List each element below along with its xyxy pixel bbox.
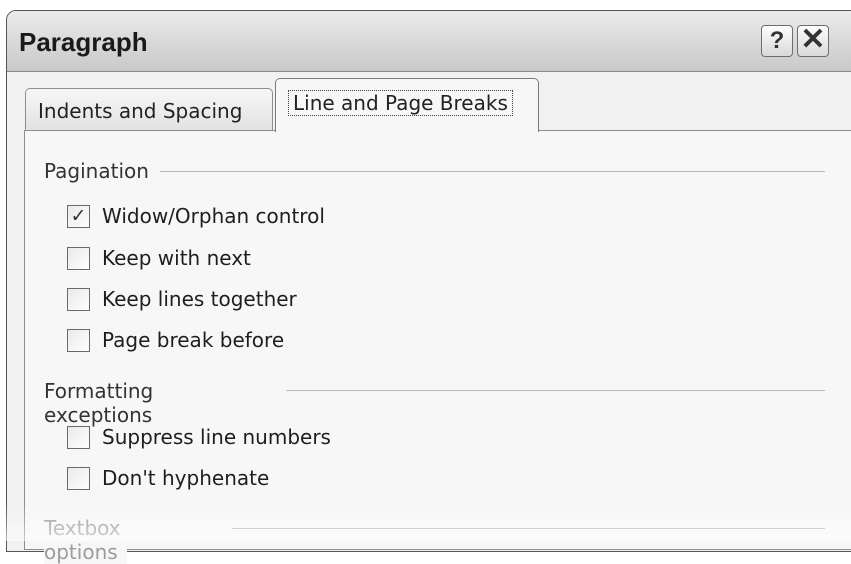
formatting-exceptions-group-label: Formatting exceptions	[44, 379, 160, 427]
checkbox-label: Widow/Orphan control	[102, 204, 325, 228]
checkbox-box	[67, 467, 90, 490]
checkbox-box	[67, 247, 90, 270]
pagination-divider	[160, 171, 825, 172]
checkbox-label: Page break before	[102, 328, 285, 352]
help-button[interactable]: ?	[761, 25, 793, 57]
tab-indents-and-spacing[interactable]: Indents and Spacing	[25, 88, 273, 130]
close-icon: ✕	[800, 23, 826, 56]
checkbox-box	[67, 329, 90, 352]
formatting-exceptions-divider	[286, 390, 825, 391]
checkbox-label: Keep lines together	[102, 287, 297, 311]
tab-label: Indents and Spacing	[38, 99, 243, 123]
check-icon: ✓	[67, 205, 90, 228]
checkbox-box	[67, 426, 90, 449]
checkbox-label: Don't hyphenate	[102, 466, 270, 490]
dialog-title: Paragraph	[19, 27, 148, 57]
checkbox-label: Keep with next	[102, 246, 251, 270]
textbox-options-divider	[232, 528, 825, 529]
tab-line-and-page-breaks[interactable]: Line and Page Breaks	[275, 78, 539, 132]
checkbox-box	[67, 288, 90, 311]
textbox-options-group-label: Textbox options	[44, 516, 127, 564]
close-button[interactable]: ✕	[797, 25, 829, 57]
checkbox-label: Suppress line numbers	[102, 425, 331, 449]
pagination-group-label: Pagination	[44, 159, 155, 183]
help-icon: ?	[769, 27, 785, 54]
tab-label: Line and Page Breaks	[288, 90, 513, 116]
title-bar[interactable]: Paragraph ? ✕	[7, 11, 851, 72]
